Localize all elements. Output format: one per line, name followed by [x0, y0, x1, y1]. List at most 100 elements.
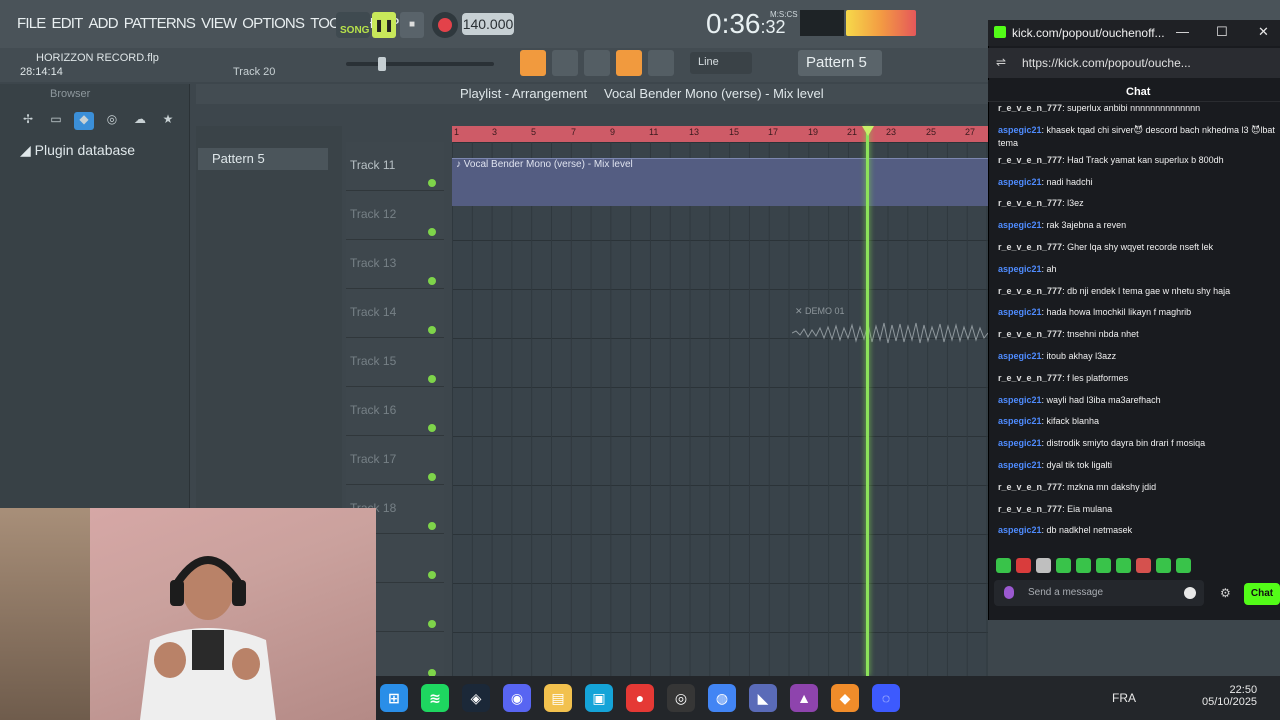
master-volume-slider[interactable] [346, 62, 494, 66]
emote-icon[interactable] [1036, 558, 1051, 573]
pattern-select[interactable]: Pattern 5 [798, 50, 882, 76]
emote-icon[interactable] [1076, 558, 1091, 573]
stamp-icon[interactable] [648, 50, 674, 76]
menu-item-view[interactable]: VIEW [198, 15, 239, 32]
chat-username[interactable]: r_e_v_e_n_777 [998, 242, 1062, 252]
track-header[interactable]: Track 12 [346, 191, 444, 240]
track-header[interactable]: Track 13 [346, 240, 444, 289]
emote-icon[interactable] [996, 558, 1011, 573]
plugin-icon[interactable]: ◆ [74, 112, 94, 130]
track-mute-led-icon[interactable] [428, 473, 436, 481]
chat-username[interactable]: aspegic21 [998, 220, 1042, 230]
track-mute-led-icon[interactable] [428, 326, 436, 334]
chat-username[interactable]: r_e_v_e_n_777 [998, 198, 1062, 208]
menu-item-edit[interactable]: EDIT [48, 15, 85, 32]
track-header[interactable]: Track 14 [346, 289, 444, 338]
track-mute-led-icon[interactable] [428, 228, 436, 236]
menu-item-options[interactable]: OPTIONS [239, 15, 307, 32]
chat-send-button[interactable]: Chat [1244, 583, 1280, 605]
chat-username[interactable]: r_e_v_e_n_777 [998, 504, 1062, 514]
track-mute-led-icon[interactable] [428, 277, 436, 285]
track-mute-led-icon[interactable] [428, 375, 436, 383]
file-icon[interactable]: ▭ [46, 112, 66, 130]
track-header[interactable]: Track 15 [346, 338, 444, 387]
chat-username[interactable]: r_e_v_e_n_777 [998, 103, 1062, 113]
playhead[interactable] [866, 126, 869, 676]
file-explorer-icon[interactable]: ▤ [544, 684, 572, 712]
gear-icon[interactable]: ⚙ [1220, 586, 1231, 600]
star-icon[interactable]: ★ [158, 112, 178, 130]
emote-icon[interactable] [1116, 558, 1131, 573]
chat-username[interactable]: r_e_v_e_n_777 [998, 373, 1062, 383]
pause-button[interactable]: ❚❚ [372, 12, 396, 38]
track-header[interactable]: Track 16 [346, 387, 444, 436]
emote-icon[interactable] [1056, 558, 1071, 573]
record-button[interactable] [432, 12, 458, 38]
playlist-grid[interactable] [452, 142, 988, 676]
chat-username[interactable]: r_e_v_e_n_777 [998, 329, 1062, 339]
emote-icon[interactable] [1176, 558, 1191, 573]
site-info-icon[interactable]: ⇌ [996, 55, 1006, 69]
chat-username[interactable]: aspegic21 [998, 460, 1042, 470]
minimize-icon[interactable]: — [1176, 24, 1189, 39]
track-mute-led-icon[interactable] [428, 522, 436, 530]
close-icon[interactable]: ✕ [1258, 24, 1269, 40]
pattern-item[interactable]: Pattern 5 [198, 148, 328, 170]
link-icon[interactable] [616, 50, 642, 76]
track-mute-led-icon[interactable] [428, 179, 436, 187]
stop-button[interactable]: ■ [400, 12, 424, 38]
track-header[interactable]: Track 11 [346, 142, 444, 191]
pencil-icon[interactable] [584, 50, 610, 76]
chat-username[interactable]: aspegic21 [998, 525, 1042, 535]
microphone-icon[interactable] [1004, 586, 1014, 599]
chat-username[interactable]: aspegic21 [998, 177, 1042, 187]
plugin-database-item[interactable]: ◢ Plugin database [20, 142, 135, 159]
track-header[interactable]: Track 17 [346, 436, 444, 485]
emoji-icon[interactable] [1184, 587, 1196, 599]
demo-waveform[interactable] [792, 318, 988, 348]
master-volume-handle[interactable] [378, 57, 386, 71]
maximize-icon[interactable]: ☐ [1216, 24, 1228, 40]
globe-icon[interactable]: ◎ [102, 112, 122, 130]
chat-username[interactable]: aspegic21 [998, 264, 1042, 274]
emote-icon[interactable] [1016, 558, 1031, 573]
chat-username[interactable]: aspegic21 [998, 307, 1042, 317]
arrow-icon[interactable] [552, 50, 578, 76]
menu-item-patterns[interactable]: PATTERNS [121, 15, 198, 32]
playhead-marker[interactable] [862, 126, 874, 136]
emote-icon[interactable] [1136, 558, 1151, 573]
playlist-icon[interactable] [520, 50, 546, 76]
fl-studio-icon[interactable]: ◆ [831, 684, 859, 712]
chat-username[interactable]: aspegic21 [998, 416, 1042, 426]
cloud-icon[interactable]: ☁ [130, 112, 150, 130]
chat-url[interactable]: https://kick.com/popout/ouche... [1022, 56, 1191, 70]
tempo-display[interactable]: 140.000 [462, 13, 514, 35]
visual-studio-icon[interactable]: ◣ [749, 684, 777, 712]
windows-start-icon[interactable]: ⊞ [380, 684, 408, 712]
chat-username[interactable]: r_e_v_e_n_777 [998, 482, 1062, 492]
app-icon[interactable]: ▣ [585, 684, 613, 712]
chat-username[interactable]: aspegic21 [998, 438, 1042, 448]
app-red-icon[interactable]: ● [626, 684, 654, 712]
snap-select[interactable]: Line [690, 52, 752, 74]
obs-icon[interactable]: ◎ [667, 684, 695, 712]
spotify-icon[interactable]: ≋ [421, 684, 449, 712]
app-purple-icon[interactable]: ▲ [790, 684, 818, 712]
discord-icon[interactable]: ◉ [503, 684, 531, 712]
chrome-icon[interactable]: ◍ [708, 684, 736, 712]
app-blue-icon[interactable]: ◌ [872, 684, 900, 712]
input-language[interactable]: FRA [1112, 691, 1136, 705]
chat-username[interactable]: aspegic21 [998, 125, 1042, 135]
track-mute-led-icon[interactable] [428, 620, 436, 628]
menu-item-file[interactable]: FILE [14, 15, 48, 32]
track-mute-led-icon[interactable] [428, 571, 436, 579]
chat-username[interactable]: r_e_v_e_n_777 [998, 286, 1062, 296]
menu-item-add[interactable]: ADD [85, 15, 120, 32]
emote-icon[interactable] [1096, 558, 1111, 573]
chat-username[interactable]: r_e_v_e_n_777 [998, 155, 1062, 165]
track-mute-led-icon[interactable] [428, 424, 436, 432]
emote-icon[interactable] [1156, 558, 1171, 573]
collapse-icon[interactable]: ✢ [18, 112, 38, 130]
chat-username[interactable]: aspegic21 [998, 395, 1042, 405]
system-clock[interactable]: 22:50 05/10/2025 [1202, 684, 1257, 708]
